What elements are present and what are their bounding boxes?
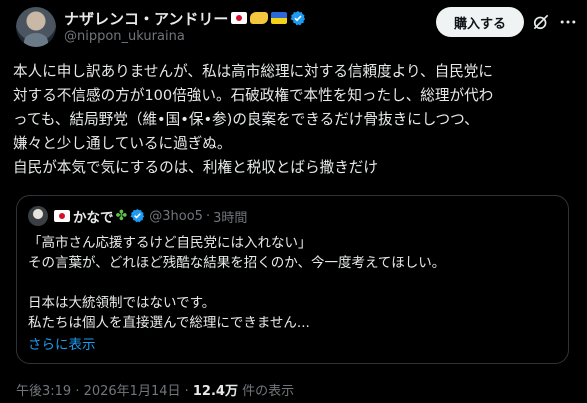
quote-author-name[interactable]: かなで bbox=[73, 206, 114, 226]
handshake-icon bbox=[250, 12, 269, 24]
author-handle[interactable]: @nippon_ukuraina bbox=[64, 29, 185, 44]
quote-avatar[interactable] bbox=[28, 206, 48, 226]
verified-icon bbox=[130, 208, 146, 224]
quote-timestamp[interactable]: 3時間 bbox=[213, 207, 247, 226]
show-more-link[interactable]: さらに表示 bbox=[28, 333, 96, 353]
flag-japan-icon bbox=[54, 210, 70, 222]
grok-icon[interactable] bbox=[531, 12, 551, 32]
separator-dot: · bbox=[205, 208, 211, 224]
author-name-row[interactable]: ナザレンコ・アンドリー bbox=[64, 8, 306, 28]
flag-ukraine-icon bbox=[271, 12, 288, 24]
view-count: 12.4万 bbox=[192, 384, 238, 399]
clover-icon: ✤ bbox=[115, 208, 128, 224]
author-display-name[interactable]: ナザレンコ・アンドリー bbox=[64, 8, 228, 29]
quoted-post[interactable]: かなで ✤ @3hoo5 · 3時間 「高市さん応援するけど自民党には入れない」… bbox=[16, 195, 569, 364]
post-text: 本人に申し訳ありませんが、私は高市総理に対する信頼度より、自民党に 対する不信感… bbox=[13, 63, 494, 176]
post-timestamp[interactable]: 午後3:19 · 2026年1月14日 · bbox=[16, 384, 193, 399]
post-metadata: 午後3:19 · 2026年1月14日 · 12.4万 件の表示 bbox=[16, 380, 294, 399]
author-avatar[interactable] bbox=[16, 7, 56, 47]
quote-header: かなで ✤ @3hoo5 · 3時間 bbox=[54, 206, 247, 226]
view-count-label: 件の表示 bbox=[237, 384, 295, 399]
verified-icon[interactable] bbox=[290, 10, 306, 26]
more-options-icon[interactable] bbox=[558, 12, 578, 32]
subscribe-button[interactable]: 購入する bbox=[436, 7, 524, 37]
quote-author-handle[interactable]: @3hoo5 bbox=[149, 209, 203, 224]
flag-japan-icon bbox=[231, 12, 248, 24]
quote-text: 「高市さん応援するけど自民党には入れない」 その言葉が、どれほど残酷な結果を招く… bbox=[28, 235, 446, 331]
